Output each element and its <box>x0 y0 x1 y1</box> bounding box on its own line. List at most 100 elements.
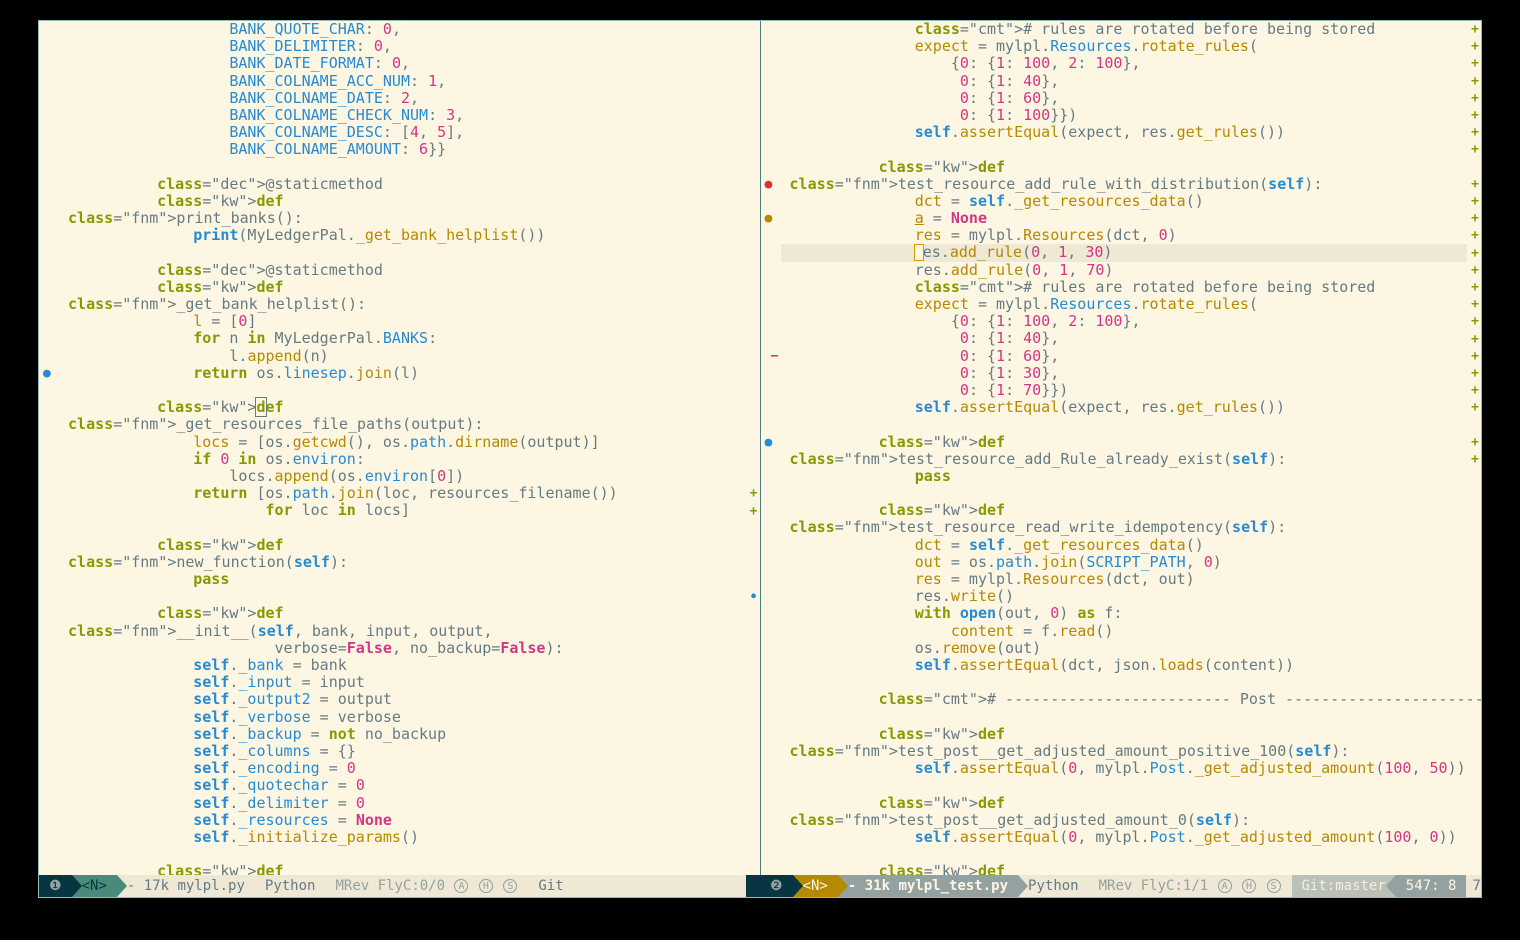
right-code[interactable]: class="cmt"># rules are rotated before b… <box>781 21 1468 875</box>
code-line[interactable]: class="kw">def <box>59 605 746 622</box>
code-line[interactable]: self.assertEqual(expect, res.get_rules()… <box>781 124 1468 141</box>
ml-scrollbar[interactable] <box>746 875 760 897</box>
code-line[interactable]: for n in MyLedgerPal.BANKS: <box>59 330 746 347</box>
code-line[interactable]: dct = self._get_resources_data() <box>781 193 1468 210</box>
code-line[interactable]: self._bank = bank <box>59 657 746 674</box>
code-line[interactable]: self._verbose = verbose <box>59 709 746 726</box>
code-line[interactable]: class="cmt"># ------------------------- … <box>781 691 1468 708</box>
code-line[interactable] <box>59 588 746 605</box>
code-line[interactable]: res.add_rule(0, 1, 70) <box>781 262 1468 279</box>
code-line[interactable]: res.write() <box>781 588 1468 605</box>
code-line[interactable]: 0: {1: 30}, <box>781 365 1468 382</box>
code-line[interactable]: 0: {1: 70}}) <box>781 382 1468 399</box>
code-line[interactable]: self.assertEqual(dct, json.loads(content… <box>781 657 1468 674</box>
code-line[interactable]: print(MyLedgerPal._get_bank_helplist()) <box>59 227 746 244</box>
code-line[interactable] <box>59 519 746 536</box>
code-line[interactable]: self._initialize_params() <box>59 829 746 846</box>
code-line[interactable]: class="kw">def <box>781 434 1468 451</box>
left-code[interactable]: BANK_QUOTE_CHAR: 0, BANK_DELIMITER: 0, B… <box>59 21 746 875</box>
code-line[interactable]: {0: {1: 100, 2: 100}, <box>781 313 1468 330</box>
code-line[interactable]: 0: {1: 40}, <box>781 73 1468 90</box>
code-line[interactable]: expect = mylpl.Resources.rotate_rules( <box>781 38 1468 55</box>
code-line[interactable]: l.append(n) <box>59 348 746 365</box>
code-line[interactable]: pass <box>781 468 1468 485</box>
code-line[interactable] <box>59 846 746 863</box>
code-line[interactable]: BANK_DATE_FORMAT: 0, <box>59 55 746 72</box>
code-line[interactable]: class="kw">def <box>59 193 746 210</box>
code-line[interactable]: class="kw">def <box>59 399 746 416</box>
code-line[interactable]: class="kw">def <box>59 279 746 296</box>
code-line[interactable]: BANK_COLNAME_DESC: [4, 5], <box>59 124 746 141</box>
ml-buffer-name[interactable]: - 31k mylpl_test.py <box>838 875 1018 897</box>
code-line[interactable] <box>781 674 1468 691</box>
code-line[interactable]: BANK_QUOTE_CHAR: 0, <box>59 21 746 38</box>
code-line[interactable] <box>781 141 1468 158</box>
code-line[interactable]: BANK_COLNAME_CHECK_NUM: 3, <box>59 107 746 124</box>
code-line[interactable]: locs = [os.getcwd(), os.path.dirname(out… <box>59 434 746 451</box>
code-line[interactable] <box>59 382 746 399</box>
code-line[interactable] <box>59 244 746 261</box>
ml-major-mode[interactable]: Python <box>1018 875 1089 897</box>
code-line[interactable]: es.add_rule(0, 1, 30) <box>781 244 1468 261</box>
code-line[interactable] <box>781 846 1468 863</box>
code-line[interactable]: class="kw">def <box>781 726 1468 743</box>
left-pane[interactable]: ● BANK_QUOTE_CHAR: 0, BANK_DELIMITER: 0,… <box>39 21 761 875</box>
ml-major-mode[interactable]: Python <box>255 875 326 897</box>
code-line[interactable]: self._input = input <box>59 674 746 691</box>
code-line[interactable] <box>781 416 1468 433</box>
code-line[interactable]: class="kw">def <box>781 795 1468 812</box>
code-line[interactable] <box>781 485 1468 502</box>
code-line[interactable]: self._encoding = 0 <box>59 760 746 777</box>
code-line[interactable]: content = f.read() <box>781 623 1468 640</box>
code-line[interactable]: {0: {1: 100, 2: 100}, <box>781 55 1468 72</box>
code-line[interactable]: 0: {1: 40}, <box>781 330 1468 347</box>
code-line[interactable]: self._backup = not no_backup <box>59 726 746 743</box>
code-line[interactable]: class="kw">def <box>59 863 746 875</box>
code-line[interactable]: if 0 in os.environ: <box>59 451 746 468</box>
code-line[interactable]: expect = mylpl.Resources.rotate_rules( <box>781 296 1468 313</box>
code-line[interactable] <box>781 709 1468 726</box>
code-line[interactable] <box>59 159 746 176</box>
code-line[interactable]: 0: {1: 60}, <box>781 348 1468 365</box>
code-line[interactable]: BANK_COLNAME_AMOUNT: 6}} <box>59 141 746 158</box>
code-line[interactable]: a = None <box>781 210 1468 227</box>
code-line[interactable]: BANK_DELIMITER: 0, <box>59 38 746 55</box>
code-line[interactable]: with open(out, 0) as f: <box>781 605 1468 622</box>
code-line[interactable]: self.assertEqual(0, mylpl.Post._get_adju… <box>781 760 1468 777</box>
code-line[interactable]: class="cmt"># rules are rotated before b… <box>781 21 1468 38</box>
code-line[interactable]: out = os.path.join(SCRIPT_PATH, 0) <box>781 554 1468 571</box>
modeline-left[interactable]: ❶ <N> - 17k mylpl.py Python MRev FlyC:0/… <box>39 875 760 897</box>
code-line[interactable]: 0: {1: 60}, <box>781 90 1468 107</box>
code-line[interactable]: res = mylpl.Resources(dct, 0) <box>781 227 1468 244</box>
code-line[interactable]: self._quotechar = 0 <box>59 777 746 794</box>
code-line[interactable]: class="cmt"># rules are rotated before b… <box>781 279 1468 296</box>
right-pane[interactable]: ●●−● class="cmt"># rules are rotated bef… <box>761 21 1482 875</box>
code-line[interactable]: self._columns = {} <box>59 743 746 760</box>
code-line[interactable]: os.remove(out) <box>781 640 1468 657</box>
code-line[interactable]: self._delimiter = 0 <box>59 795 746 812</box>
code-line[interactable]: class="kw">def <box>781 863 1468 875</box>
modeline-right[interactable]: ❷ <N> - 31k mylpl_test.py Python MRev Fl… <box>760 875 1481 897</box>
code-line[interactable]: pass <box>59 571 746 588</box>
code-line[interactable]: for loc in locs] <box>59 502 746 519</box>
code-line[interactable]: res = mylpl.Resources(dct, out) <box>781 571 1468 588</box>
code-line[interactable]: class="dec">@staticmethod <box>59 176 746 193</box>
code-line[interactable]: verbose=False, no_backup=False): <box>59 640 746 657</box>
code-line[interactable]: class="kw">def <box>59 537 746 554</box>
code-line[interactable]: return os.linesep.join(l) <box>59 365 746 382</box>
code-line[interactable]: BANK_COLNAME_ACC_NUM: 1, <box>59 73 746 90</box>
code-line[interactable] <box>781 777 1468 794</box>
code-line[interactable]: self._resources = None <box>59 812 746 829</box>
code-line[interactable]: self._output2 = output <box>59 691 746 708</box>
code-line[interactable]: class="kw">def <box>781 159 1468 176</box>
code-line[interactable]: l = [0] <box>59 313 746 330</box>
code-line[interactable]: class="dec">@staticmethod <box>59 262 746 279</box>
code-line[interactable]: dct = self._get_resources_data() <box>781 537 1468 554</box>
code-line[interactable]: self.assertEqual(0, mylpl.Post._get_adju… <box>781 829 1468 846</box>
code-line[interactable]: return [os.path.join(loc, resources_file… <box>59 485 746 502</box>
code-line[interactable]: self.assertEqual(expect, res.get_rules()… <box>781 399 1468 416</box>
code-line[interactable]: BANK_COLNAME_DATE: 2, <box>59 90 746 107</box>
code-line[interactable]: class="kw">def <box>781 502 1468 519</box>
code-line[interactable]: locs.append(os.environ[0]) <box>59 468 746 485</box>
code-line[interactable]: 0: {1: 100}}) <box>781 107 1468 124</box>
